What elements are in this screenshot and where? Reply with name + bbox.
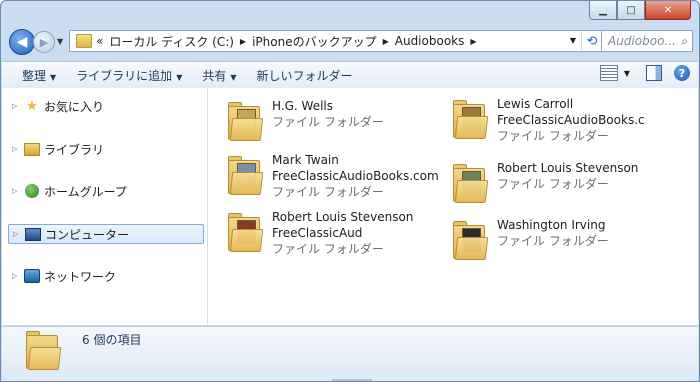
breadcrumb-separator-icon[interactable]: ▶ [470, 37, 476, 46]
navigation-pane: ▷ ★ お気に入り ▷ ライブラリ ▷ ホームグループ ▷ コンピューター ▷ … [2, 88, 208, 325]
star-icon: ★ [26, 98, 38, 114]
organize-label: 整理 [22, 68, 47, 83]
sidebar-item-label: ホームグループ [44, 184, 127, 199]
recent-pages-dropdown[interactable]: ▼ [57, 37, 63, 46]
view-options-dropdown-icon[interactable]: ▼ [624, 69, 630, 78]
expand-arrow-icon[interactable]: ▷ [12, 145, 24, 153]
details-pane: 6 個の項目 [2, 326, 698, 381]
folder-icon [228, 156, 264, 195]
library-icon [24, 142, 40, 156]
add-to-library-button[interactable]: ライブラリに追加 ▼ [76, 67, 182, 84]
folder-name-line2: FreeClassicAud [272, 226, 363, 240]
breadcrumb-separator-icon[interactable]: ▶ [383, 37, 389, 46]
folder-item-mark-twain[interactable]: Mark Twain FreeClassicAudioBooks.com ファイ… [228, 152, 439, 200]
chevron-down-icon: ▼ [230, 72, 237, 82]
new-folder-button[interactable]: 新しいフォルダー [257, 67, 353, 84]
breadcrumb-iphone-backup[interactable]: iPhoneのバックアップ [252, 33, 377, 50]
search-icon[interactable]: ⌕ [681, 34, 688, 49]
address-bar[interactable]: « ローカル ディスク (C:) ▶ iPhoneのバックアップ ▶ Audio… [69, 30, 605, 52]
folder-item-lewis-carroll[interactable]: Lewis Carroll FreeClassicAudioBooks.c ファ… [453, 96, 645, 144]
expand-arrow-icon[interactable]: ▷ [12, 187, 24, 195]
folder-name: Mark Twain [272, 153, 339, 167]
organize-button[interactable]: 整理 ▼ [22, 67, 56, 84]
folder-name: Robert Louis Stevenson [497, 161, 639, 175]
folder-icon [453, 164, 489, 203]
change-view-icon[interactable] [599, 65, 618, 81]
sidebar-item-label: ライブラリ [44, 142, 105, 157]
share-label: 共有 [202, 68, 227, 83]
folder-type: ファイル フォルダー [272, 115, 384, 129]
folder-item-hg-wells[interactable]: H.G. Wells ファイル フォルダー [228, 98, 384, 141]
sidebar-item-favorites[interactable]: ▷ ★ お気に入り [8, 96, 204, 116]
add-to-library-label: ライブラリに追加 [76, 68, 173, 83]
folder-type: ファイル フォルダー [272, 242, 384, 256]
network-icon [24, 269, 40, 283]
breadcrumb-local-disk[interactable]: ローカル ディスク (C:) [109, 33, 234, 50]
close-button[interactable]: ✕ [645, 1, 691, 20]
computer-icon [25, 227, 41, 241]
help-icon[interactable]: ? [674, 65, 690, 81]
folder-icon [26, 331, 62, 370]
chevron-down-icon: ▼ [50, 72, 57, 82]
breadcrumb-separator-icon[interactable]: ▶ [240, 37, 246, 46]
sidebar-item-homegroup[interactable]: ▷ ホームグループ [8, 181, 204, 201]
folder-item-robert-louis-stevenson[interactable]: Robert Louis Stevenson ファイル フォルダー [453, 160, 639, 203]
folder-name-line2: FreeClassicAudioBooks.c [497, 113, 645, 127]
folder-item-washington-irving[interactable]: Washington Irving ファイル フォルダー [453, 217, 609, 260]
back-button[interactable]: ◀ [9, 29, 35, 55]
explorer-window: ▁ □ ✕ ◀ ▶ ▼ « ローカル ディスク (C:) ▶ iPhoneのバッ… [0, 0, 700, 382]
expand-arrow-icon[interactable]: ▷ [12, 272, 24, 280]
address-dropdown-icon[interactable]: ▼ [570, 36, 576, 45]
folder-item-robert-louis-stevenson-2[interactable]: Robert Louis Stevenson FreeClassicAud ファ… [228, 209, 413, 257]
folder-type: ファイル フォルダー [497, 129, 609, 143]
search-input[interactable]: Audioboo... ⌕ [601, 30, 693, 52]
preview-pane-icon[interactable] [646, 65, 662, 81]
caption-buttons: ▁ □ ✕ [589, 1, 691, 20]
folder-icon [228, 213, 264, 252]
search-placeholder: Audioboo... [608, 34, 676, 48]
file-list: H.G. Wells ファイル フォルダー Lewis Carroll Free… [208, 88, 698, 325]
sidebar-item-label: お気に入り [44, 99, 105, 114]
minimize-button[interactable]: ▁ [589, 1, 617, 20]
folder-name: Washington Irving [497, 218, 606, 232]
folder-type: ファイル フォルダー [497, 234, 609, 248]
sidebar-item-computer[interactable]: ▷ コンピューター [8, 224, 204, 244]
folder-type: ファイル フォルダー [497, 177, 609, 191]
homegroup-icon [24, 184, 40, 198]
folder-type: ファイル フォルダー [272, 185, 384, 199]
folder-name: H.G. Wells [272, 99, 334, 113]
toolbar-right: ▼ ? [599, 65, 690, 81]
share-button[interactable]: 共有 ▼ [202, 67, 236, 84]
navigation-bar: ◀ ▶ ▼ « ローカル ディスク (C:) ▶ iPhoneのバックアップ ▶… [7, 29, 693, 55]
refresh-icon[interactable]: ⟲ [581, 32, 602, 50]
folder-name-line2: FreeClassicAudioBooks.com [272, 169, 439, 183]
expand-arrow-icon[interactable]: ▷ [13, 230, 25, 238]
sidebar-item-label: コンピューター [45, 227, 130, 242]
item-count: 6 個の項目 [82, 333, 142, 347]
folder-name: Lewis Carroll [497, 97, 574, 111]
sidebar-item-label: ネットワーク [44, 269, 117, 284]
breadcrumb-audiobooks[interactable]: Audiobooks [395, 34, 465, 48]
sidebar-item-libraries[interactable]: ▷ ライブラリ [8, 139, 204, 159]
sidebar-item-network[interactable]: ▷ ネットワーク [8, 266, 204, 286]
folder-name: Robert Louis Stevenson [272, 210, 414, 224]
folder-icon [453, 100, 489, 139]
folder-icon [76, 34, 92, 48]
folder-icon [453, 221, 489, 260]
command-bar: 整理 ▼ ライブラリに追加 ▼ 共有 ▼ 新しいフォルダー ▼ ? [2, 61, 698, 89]
forward-button[interactable]: ▶ [33, 31, 55, 53]
maximize-button[interactable]: □ [617, 1, 645, 20]
chevron-down-icon: ▼ [176, 72, 183, 82]
folder-icon [228, 102, 264, 141]
expand-arrow-icon[interactable]: ▷ [12, 102, 24, 110]
breadcrumb-overflow[interactable]: « [96, 34, 103, 48]
